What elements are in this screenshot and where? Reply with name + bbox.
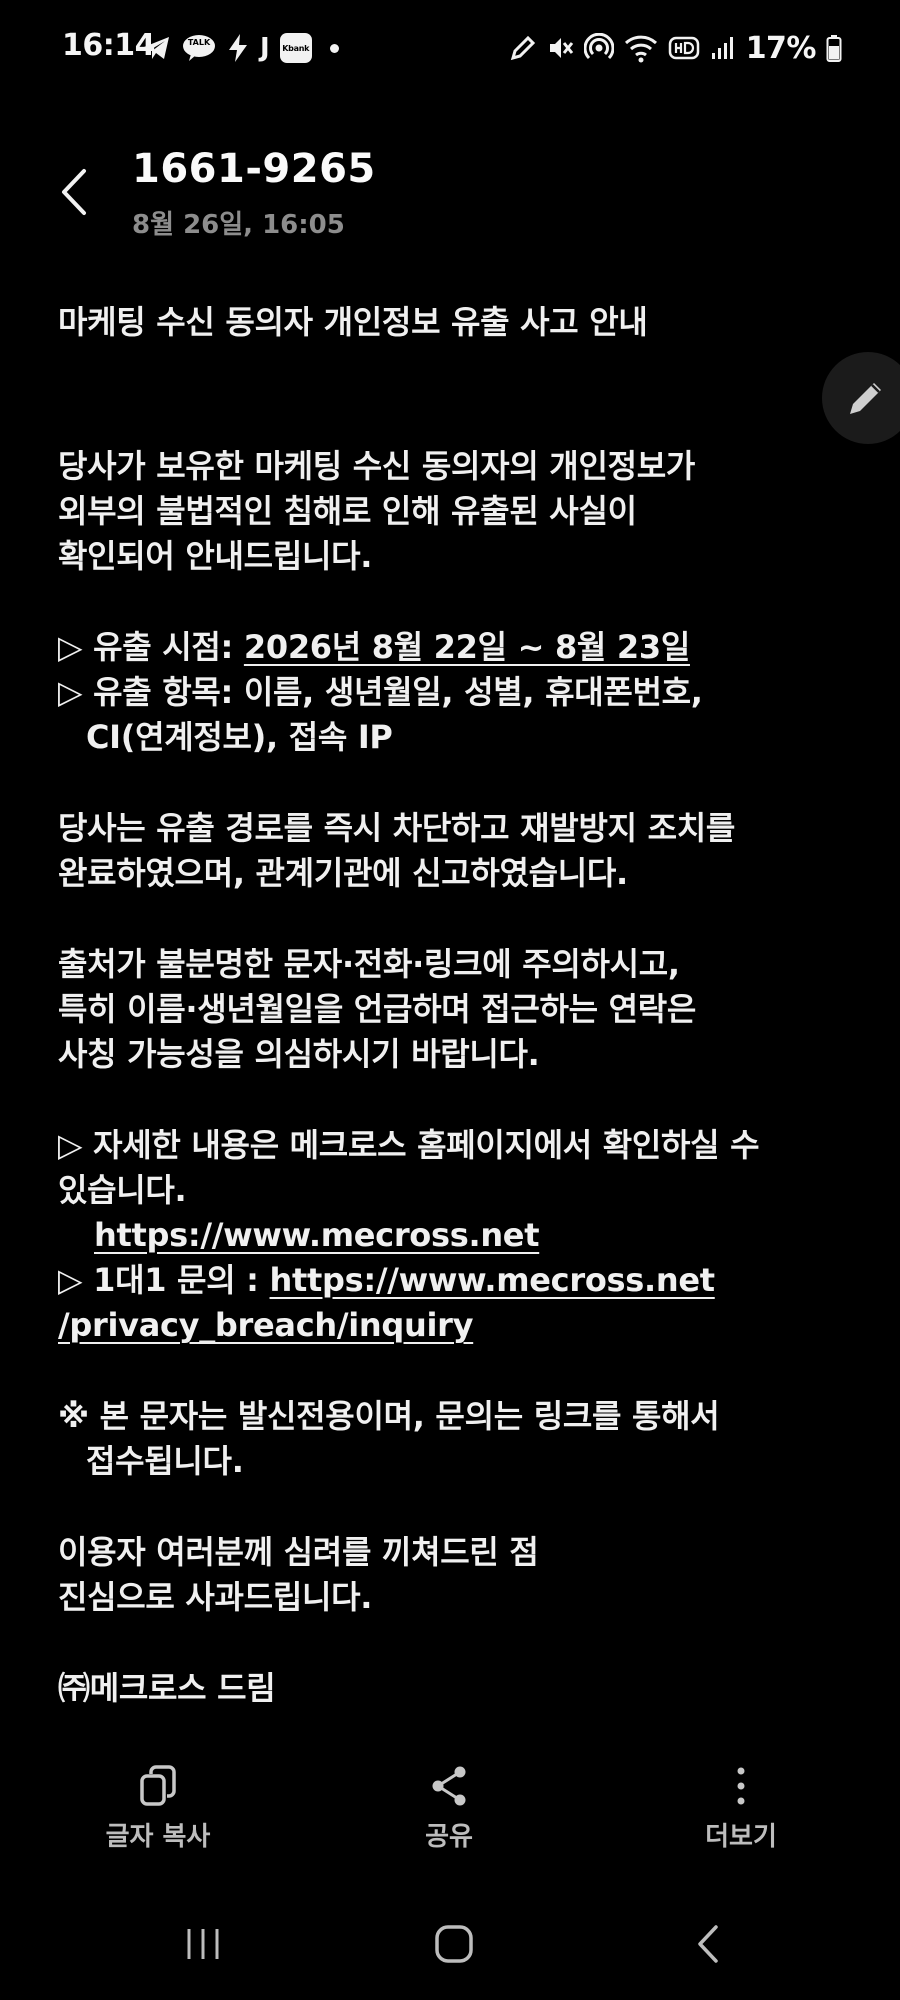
system-status-icons: 17% [510, 28, 842, 68]
battery-percent: 17% [745, 30, 817, 66]
share-button[interactable]: 공유 [349, 1758, 549, 1858]
leak-items-line: ▷ 유출 항목: 이름, 생년월일, 성별, 휴대폰번호, [58, 673, 703, 711]
message-title: 마케팅 수신 동의자 개인정보 유출 사고 안내 [58, 303, 648, 341]
telegram-icon [144, 37, 169, 59]
details-line: 있습니다. [58, 1171, 187, 1209]
apology-line: 진심으로 사과드립니다. [58, 1578, 373, 1616]
copy-text-label: 글자 복사 [105, 1822, 211, 1852]
notice-line: ※ 본 문자는 발신전용이며, 문의는 링크를 통해서 [58, 1397, 720, 1435]
nav-back-button[interactable] [668, 1916, 748, 1972]
notification-icons: TALK J Kbank [142, 28, 339, 68]
nav-back-icon [698, 1925, 718, 1963]
more-button[interactable]: 더보기 [641, 1758, 841, 1858]
kakaotalk-icon: TALK [182, 34, 216, 62]
back-button[interactable] [52, 164, 96, 220]
paragraph-line: 출처가 불분명한 문자·전화·링크에 주의하시고, [58, 945, 680, 983]
more-label: 더보기 [705, 1822, 777, 1852]
hd-icon [668, 36, 699, 60]
paragraph-line: 특히 이름·생년월일을 언급하며 접근하는 연락은 [58, 990, 697, 1028]
details-line: ▷ 자세한 내용은 메크로스 홈페이지에서 확인하실 수 [58, 1126, 760, 1164]
inquiry-line: ▷ 1대1 문의 : https://www.mecross.net [58, 1258, 848, 1303]
homepage-link-line: https://www.mecross.net [58, 1213, 848, 1258]
apology-line: 이용자 여러분께 심려를 끼쳐드린 점 [58, 1533, 539, 1571]
conversation-header: 1661-9265 8월 26일, 16:05 [0, 140, 900, 250]
copy-icon [140, 1765, 176, 1806]
home-button[interactable] [414, 1916, 494, 1972]
pencil-icon [850, 383, 881, 414]
paragraph-line: 당사가 보유한 마케팅 수신 동의자의 개인정보가 [58, 447, 696, 485]
copy-text-button[interactable]: 글자 복사 [58, 1758, 258, 1858]
battery-icon [826, 35, 842, 62]
paragraph-line: 당사는 유출 경로를 즉시 차단하고 재발방지 조치를 [58, 809, 735, 847]
leak-items-line: CI(연계정보), 접속 IP [86, 718, 393, 756]
home-icon [435, 1925, 473, 1963]
recent-apps-icon [187, 1929, 219, 1959]
message-actions: 글자 복사 공유 더보기 [0, 1758, 900, 1868]
leak-time-line: ▷ 유출 시점: 2026년 8월 22일 ~ 8월 23일 [58, 625, 848, 670]
share-label: 공유 [425, 1822, 473, 1852]
message-body: 마케팅 수신 동의자 개인정보 유출 사고 안내 당사가 보유한 마케팅 수신 … [58, 300, 848, 1711]
sender-number: 1661-9265 [132, 146, 376, 192]
hotspot-icon [583, 33, 614, 60]
wifi-icon [624, 35, 657, 63]
system-navigation-bar [0, 1910, 900, 1980]
recent-apps-button[interactable] [163, 1916, 243, 1972]
homepage-link[interactable]: https://www.mecross.net [94, 1216, 540, 1254]
inquiry-link-continued[interactable]: /privacy_breach/inquiry [58, 1306, 474, 1344]
paragraph-line: 확인되어 안내드립니다. [58, 537, 373, 575]
paragraph-line: 외부의 불법적인 침해로 인해 유출된 사실이 [58, 492, 637, 530]
share-icon [432, 1766, 466, 1806]
inquiry-label: ▷ 1대1 문의 : [58, 1261, 270, 1299]
signature: ㈜메크로스 드림 [58, 1669, 276, 1707]
signal-icon [711, 37, 733, 59]
leak-time-label: ▷ 유출 시점: [58, 628, 244, 666]
inquiry-link-line: /privacy_breach/inquiry [58, 1303, 848, 1348]
paragraph-line: 완료하였으며, 관계기관에 신고하였습니다. [58, 854, 628, 892]
bolt-icon [229, 34, 247, 62]
more-vertical-icon [737, 1767, 745, 1805]
chevron-left-icon [62, 169, 86, 215]
dot-icon [329, 43, 339, 53]
paragraph-line: 사칭 가능성을 의심하시기 바랍니다. [58, 1035, 540, 1073]
status-bar: 16:14 TALK J Kbank 17% [0, 0, 900, 92]
kbank-icon: Kbank [279, 33, 312, 63]
leak-date-link[interactable]: 2026년 8월 22일 ~ 8월 23일 [244, 628, 690, 666]
pen-icon [510, 35, 535, 61]
mute-icon [549, 38, 573, 58]
inquiry-link[interactable]: https://www.mecross.net [270, 1261, 716, 1299]
message-datetime: 8월 26일, 16:05 [132, 210, 345, 240]
notice-line: 접수됩니다. [86, 1442, 244, 1480]
j-icon: J [260, 33, 270, 63]
